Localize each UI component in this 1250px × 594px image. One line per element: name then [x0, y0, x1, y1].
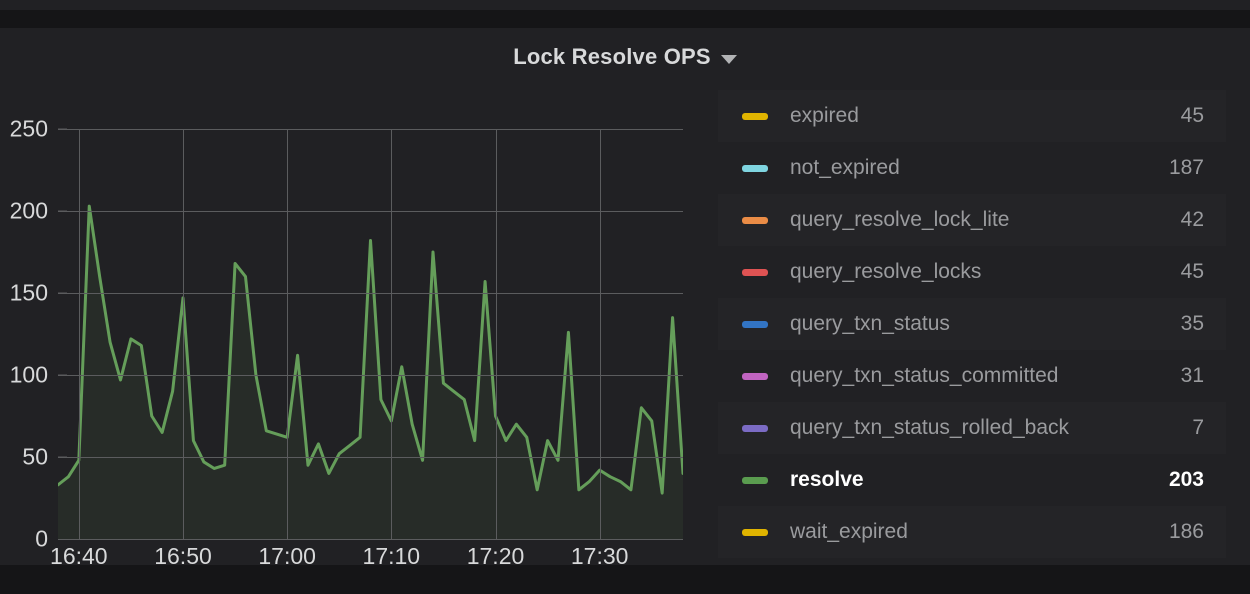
y-axis-tick-label: 50	[22, 443, 48, 470]
legend-item-value: 7	[1192, 416, 1204, 439]
series-resolve	[58, 204, 683, 539]
legend-item-value: 45	[1180, 104, 1204, 127]
gridline-vertical	[78, 129, 80, 539]
page-background-gap	[0, 10, 1250, 28]
legend-item-label: not_expired	[790, 156, 900, 179]
legend-item-label: query_resolve_lock_lite	[790, 208, 1010, 231]
panel-title-menu[interactable]: Lock Resolve OPS	[513, 44, 737, 70]
page-title: Lock Resolve OPS	[513, 44, 711, 69]
legend-item-value: 186	[1168, 520, 1204, 543]
gridline-vertical	[495, 129, 497, 539]
gridline-horizontal	[58, 293, 683, 294]
y-axis-tick-label: 250	[9, 115, 48, 142]
gridline-horizontal	[58, 129, 683, 130]
y-axis-tick-label: 100	[9, 361, 48, 388]
legend-item-query-resolve-locks[interactable]: query_resolve_locks 45	[718, 246, 1226, 298]
gridline-vertical	[391, 129, 393, 539]
legend-item-resolve[interactable]: resolve 203	[718, 454, 1226, 506]
dashboard-root: Lock Resolve OPS 0 50 100 150 200 250 16:40 16…	[0, 0, 1250, 594]
legend-item-label: query_txn_status	[790, 312, 950, 335]
legend-color-swatch[interactable]	[742, 164, 768, 172]
gridline-horizontal	[58, 211, 683, 212]
legend-item-wait-expired[interactable]: wait_expired 186	[718, 506, 1226, 558]
legend-item-value: 31	[1180, 364, 1204, 387]
y-axis-tick-label: 150	[9, 279, 48, 306]
legend-item-label: resolve	[790, 468, 864, 491]
legend-color-swatch[interactable]	[742, 476, 768, 484]
chevron-down-icon[interactable]	[720, 54, 737, 64]
graph-area: 0 50 100 150 200 250 16:40 16:50 17:00 17:10 17:2…	[0, 73, 715, 569]
gridline-horizontal	[58, 457, 683, 458]
page-bottom-strip	[0, 565, 1250, 594]
legend-item-value: 35	[1180, 312, 1204, 335]
y-axis: 0 50 100 150 200 250	[0, 73, 67, 565]
legend-item-label: expired	[790, 104, 859, 127]
gridline-horizontal	[58, 539, 683, 540]
legend-item-query-txn-status-committed[interactable]: query_txn_status_committed 31	[718, 350, 1226, 402]
gridline-vertical	[183, 129, 184, 539]
legend-color-swatch[interactable]	[742, 268, 768, 276]
legend-color-swatch[interactable]	[742, 424, 768, 432]
legend: expired 45 not_expired 187 query_resolve_loc…	[718, 90, 1226, 558]
legend-color-swatch[interactable]	[742, 112, 768, 120]
legend-item-query-txn-status-rolled-back[interactable]: query_txn_status_rolled_back 7	[718, 402, 1226, 454]
legend-item-query-resolve-lock-lite[interactable]: query_resolve_lock_lite 42	[718, 194, 1226, 246]
legend-item-label: query_txn_status_rolled_back	[790, 416, 1070, 439]
legend-item-value: 45	[1180, 260, 1204, 283]
gridline-vertical	[599, 129, 601, 539]
legend-color-swatch[interactable]	[742, 372, 768, 380]
legend-item-not-expired[interactable]: not_expired 187	[718, 142, 1226, 194]
gridline-vertical	[287, 129, 289, 539]
legend-color-swatch[interactable]	[742, 320, 768, 328]
graph-panel: Lock Resolve OPS 0 50 100 150 200 250 16:40 16…	[0, 28, 1250, 569]
y-axis-tick-label: 0	[35, 525, 48, 552]
legend-item-value: 187	[1168, 156, 1204, 179]
y-axis-tick-label: 200	[9, 197, 48, 224]
legend-item-query-txn-status[interactable]: query_txn_status 35	[718, 298, 1226, 350]
legend-color-swatch[interactable]	[742, 528, 768, 536]
legend-item-value: 42	[1180, 208, 1204, 231]
page-top-strip	[0, 0, 1250, 10]
legend-item-label: query_txn_status_committed	[790, 364, 1059, 387]
gridline-horizontal	[58, 375, 683, 376]
legend-color-swatch[interactable]	[742, 216, 768, 224]
legend-item-label: wait_expired	[790, 520, 908, 543]
legend-item-expired[interactable]: expired 45	[718, 90, 1226, 142]
legend-item-label: query_resolve_locks	[790, 260, 982, 283]
plot-area[interactable]	[58, 129, 683, 540]
legend-item-value: 203	[1168, 468, 1204, 491]
